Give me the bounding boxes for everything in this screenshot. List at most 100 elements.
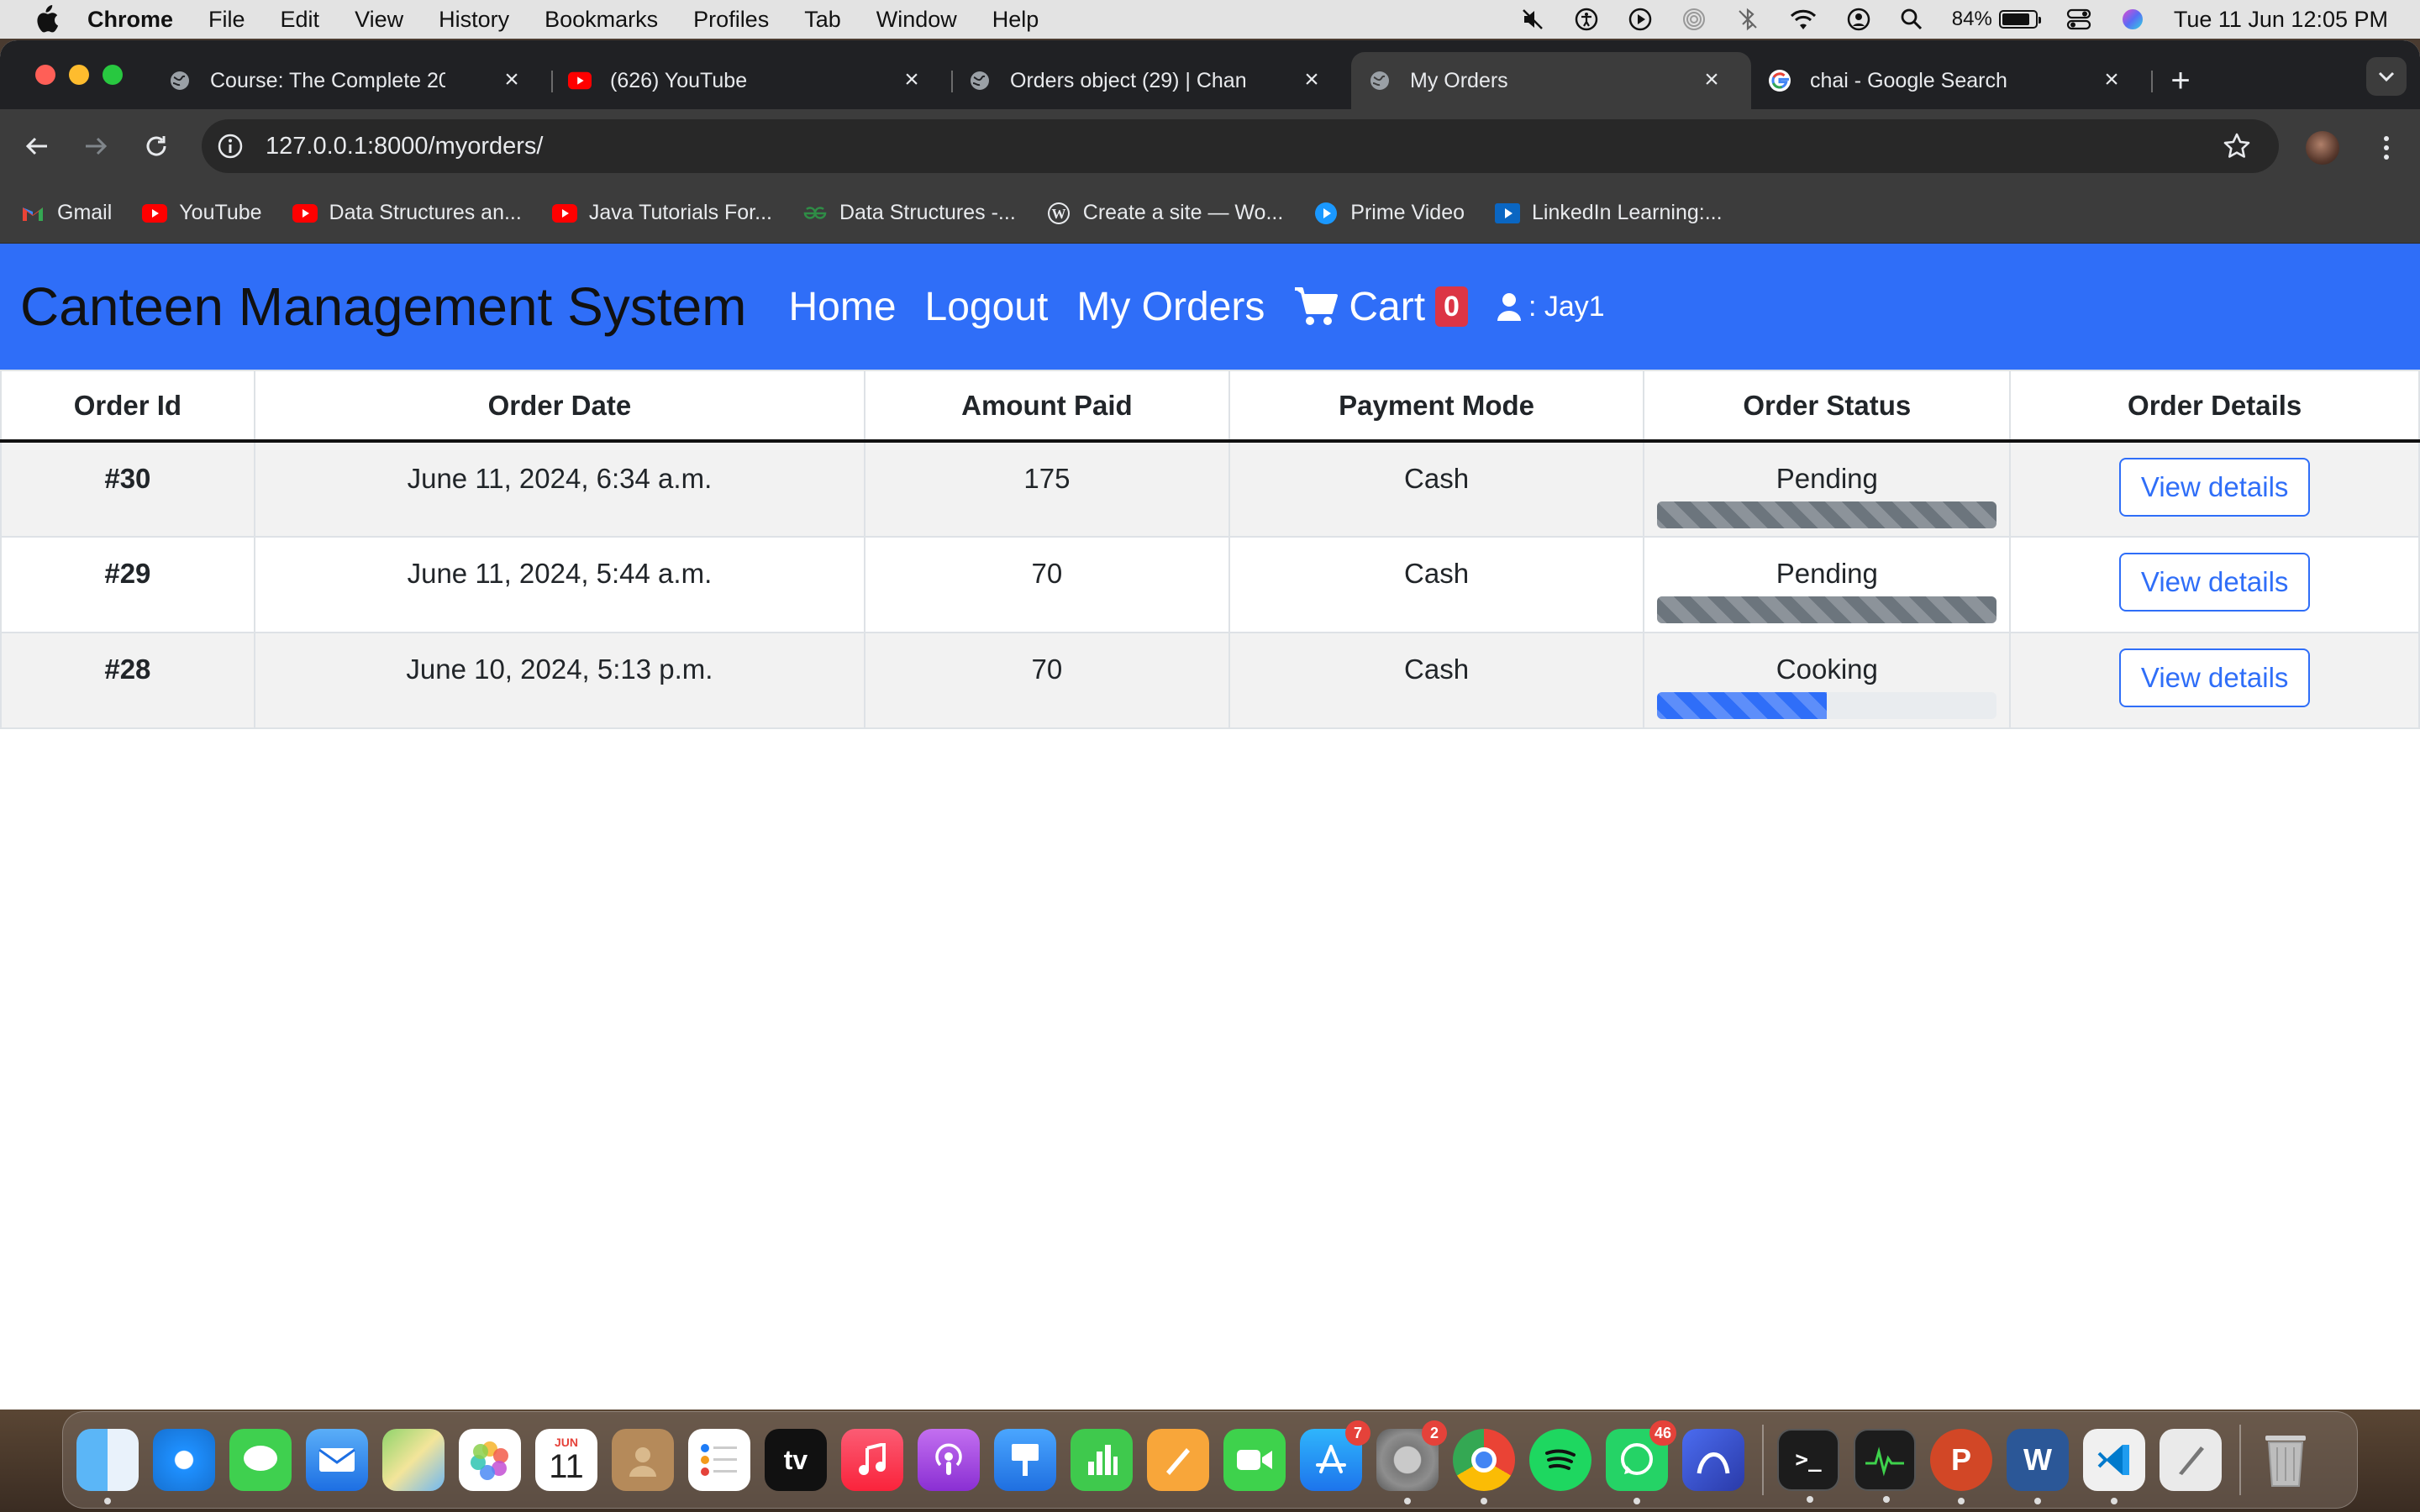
airdrop-icon[interactable] <box>1681 0 1707 39</box>
bookmark-gfg[interactable]: Data Structures -... <box>802 201 1016 226</box>
more-menu-icon[interactable] <box>2370 131 2403 165</box>
pages-icon[interactable] <box>1147 1429 1209 1491</box>
arc-icon[interactable] <box>1682 1429 1744 1491</box>
control-center-icon[interactable] <box>2066 0 2091 39</box>
bookmark-wordpress[interactable]: W Create a site — Wo... <box>1046 201 1283 226</box>
battery-status[interactable]: 84% <box>1952 0 2041 39</box>
spotify-icon[interactable] <box>1529 1429 1591 1491</box>
back-button[interactable] <box>17 126 57 166</box>
photos-icon[interactable] <box>459 1429 521 1491</box>
word-icon[interactable]: W <box>2007 1429 2069 1504</box>
url-text[interactable]: 127.0.0.1:8000/myorders/ <box>266 133 543 160</box>
view-details-button[interactable]: View details <box>2118 458 2311 517</box>
menu-bookmarks[interactable]: Bookmarks <box>544 7 658 33</box>
nav-logout[interactable]: Logout <box>925 284 1049 330</box>
bookmark-star-icon[interactable] <box>2220 129 2254 163</box>
nav-my-orders[interactable]: My Orders <box>1076 284 1265 330</box>
menu-tab[interactable]: Tab <box>804 7 841 33</box>
forward-button[interactable] <box>76 126 116 166</box>
menu-app-name[interactable]: Chrome <box>87 7 173 33</box>
apple-icon[interactable] <box>34 5 59 34</box>
tab-orders-admin[interactable]: Orders object (29) | Change order × <box>951 52 1351 109</box>
tab-close-icon[interactable]: × <box>1299 67 1324 92</box>
user-account-icon[interactable] <box>1846 0 1871 39</box>
safari-icon[interactable] <box>153 1429 215 1491</box>
reminders-icon[interactable] <box>688 1429 750 1491</box>
tab-course[interactable]: Course: The Complete 2024 Web × <box>151 52 553 109</box>
tab-youtube[interactable]: (626) YouTube × <box>551 52 953 109</box>
vscode-icon[interactable] <box>2083 1429 2145 1504</box>
play-icon[interactable] <box>1628 0 1653 39</box>
globe-icon <box>968 69 992 92</box>
podcasts-icon[interactable] <box>918 1429 980 1491</box>
globe-icon <box>1368 69 1392 92</box>
bluetooth-off-icon[interactable] <box>1735 0 1760 39</box>
tab-my-orders[interactable]: My Orders × <box>1351 52 1751 109</box>
menu-history[interactable]: History <box>439 7 509 33</box>
contacts-icon[interactable] <box>612 1429 674 1491</box>
terminal-icon[interactable]: >_ <box>1777 1429 1839 1503</box>
tab-close-icon[interactable]: × <box>2099 67 2124 92</box>
mute-icon[interactable] <box>1520 0 1545 39</box>
order-status: Pending <box>1776 558 1878 589</box>
facetime-icon[interactable] <box>1223 1429 1286 1491</box>
system-settings-icon[interactable]: 2 <box>1376 1420 1447 1504</box>
nav-home[interactable]: Home <box>788 284 896 330</box>
music-icon[interactable] <box>841 1429 903 1491</box>
keynote-icon[interactable] <box>994 1429 1056 1491</box>
maps-icon[interactable] <box>382 1429 445 1491</box>
menu-clock[interactable]: Tue 11 Jun 12:05 PM <box>2174 7 2388 33</box>
calendar-icon[interactable]: JUN 11 <box>535 1429 597 1491</box>
chrome-window: Course: The Complete 2024 Web × (626) Yo… <box>0 40 2420 1410</box>
bookmark-gmail[interactable]: Gmail <box>20 201 112 226</box>
payment-mode: Cash <box>1228 440 1645 538</box>
whatsapp-icon[interactable]: 46 <box>1606 1420 1676 1504</box>
app-store-icon[interactable]: 7 <box>1300 1420 1370 1491</box>
menu-edit[interactable]: Edit <box>281 7 320 33</box>
bookmark-java-tutorials[interactable]: Java Tutorials For... <box>551 201 772 226</box>
messages-icon[interactable] <box>229 1429 292 1491</box>
finder-icon[interactable] <box>76 1429 139 1504</box>
apple-tv-icon[interactable]: tv <box>765 1429 827 1491</box>
reload-button[interactable] <box>136 126 176 166</box>
view-details-button[interactable]: View details <box>2118 553 2311 612</box>
tab-search-button[interactable] <box>2366 57 2407 96</box>
tab-google-search[interactable]: chai - Google Search × <box>1751 52 2153 109</box>
macos-dock: JUN 11 tv 7 2 46 >_ P W <box>62 1411 2358 1509</box>
address-bar[interactable]: 127.0.0.1:8000/myorders/ <box>202 119 2279 173</box>
menu-file[interactable]: File <box>208 7 245 33</box>
bookmark-data-structures[interactable]: Data Structures an... <box>292 201 522 226</box>
google-icon <box>1768 69 1791 92</box>
site-brand[interactable]: Canteen Management System <box>20 276 746 338</box>
bookmark-youtube[interactable]: YouTube <box>142 201 262 226</box>
mail-icon[interactable] <box>306 1429 368 1491</box>
tab-close-icon[interactable]: × <box>1699 67 1724 92</box>
trash-icon[interactable] <box>2254 1429 2317 1491</box>
activity-monitor-icon[interactable] <box>1854 1429 1916 1503</box>
powerpoint-icon[interactable]: P <box>1930 1429 1992 1504</box>
nav-cart[interactable]: Cart 0 <box>1293 284 1468 330</box>
spotlight-search-icon[interactable] <box>1900 0 1923 39</box>
chrome-icon[interactable] <box>1453 1429 1515 1504</box>
tab-close-icon[interactable]: × <box>499 67 524 92</box>
menu-help[interactable]: Help <box>992 7 1039 33</box>
close-window-button[interactable] <box>35 65 55 85</box>
view-details-button[interactable]: View details <box>2118 648 2311 707</box>
menu-profiles[interactable]: Profiles <box>693 7 769 33</box>
numbers-icon[interactable] <box>1071 1429 1133 1491</box>
new-tab-button[interactable]: + <box>2160 52 2202 109</box>
siri-icon[interactable] <box>2120 0 2145 39</box>
minimize-window-button[interactable] <box>69 65 89 85</box>
script-editor-icon[interactable] <box>2160 1429 2222 1491</box>
tab-close-icon[interactable]: × <box>899 67 924 92</box>
menu-view[interactable]: View <box>355 7 403 33</box>
bookmark-linkedin-learning[interactable]: LinkedIn Learning:... <box>1495 201 1723 226</box>
menu-window[interactable]: Window <box>876 7 957 33</box>
maximize-window-button[interactable] <box>103 65 123 85</box>
wifi-icon[interactable] <box>1789 0 1818 39</box>
site-info-icon[interactable] <box>215 131 245 161</box>
accessibility-icon[interactable] <box>1574 0 1599 39</box>
profile-avatar[interactable] <box>2306 131 2339 165</box>
user-info[interactable]: : Jay1 <box>1497 291 1605 323</box>
bookmark-prime-video[interactable]: Prime Video <box>1313 201 1465 226</box>
